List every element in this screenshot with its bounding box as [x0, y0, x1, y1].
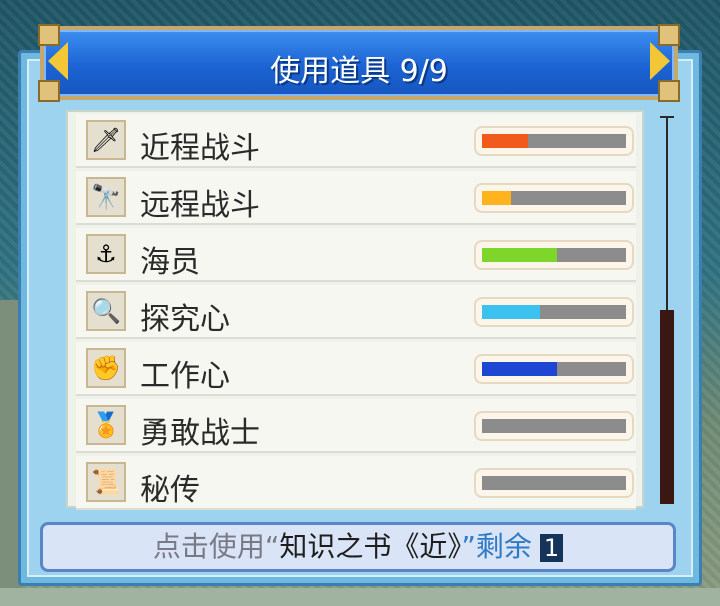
prompt-suffix: ”剩余 — [461, 530, 532, 563]
prompt-prefix: 点击使用“ — [152, 530, 280, 563]
next-arrow-icon[interactable] — [650, 42, 670, 80]
list-item[interactable]: 🔍 探究心 — [76, 285, 636, 339]
item-label: 勇敢战士 — [140, 416, 260, 451]
sword-icon: 🗡 — [86, 120, 126, 160]
list-item[interactable]: ⚓ 海员 — [76, 228, 636, 282]
magnifier-icon: 🔍 — [86, 291, 126, 331]
level-bar — [474, 411, 634, 441]
anchor-icon: ⚓ — [86, 234, 126, 274]
remaining-count: 1 — [539, 534, 564, 562]
item-label: 秘传 — [140, 473, 200, 508]
map-edge — [0, 588, 720, 606]
level-fill — [482, 248, 557, 262]
page-title: 使用道具 9/9 — [270, 54, 448, 89]
use-item-prompt[interactable]: 点击使用“知识之书《近》”剩余 1 — [40, 522, 676, 572]
list-item[interactable]: 🏅 勇敢战士 — [76, 399, 636, 453]
level-fill — [482, 191, 511, 205]
title-bar: 使用道具 9/9 — [38, 24, 680, 102]
fist-icon: ✊ — [86, 348, 126, 388]
item-label: 工作心 — [140, 359, 230, 394]
level-bar — [474, 126, 634, 156]
level-bar — [474, 240, 634, 270]
scrollbar-thumb[interactable] — [660, 310, 674, 504]
list-item[interactable]: 🔭 远程战斗 — [76, 171, 636, 225]
level-bar — [474, 297, 634, 327]
list-item[interactable]: 📜 秘传 — [76, 456, 636, 510]
book-name: 知识之书《近》 — [279, 530, 462, 563]
scroll-icon: 📜 — [86, 462, 126, 502]
level-fill — [482, 134, 529, 148]
item-list: 🗡 近程战斗 🔭 远程战斗 ⚓ 海员 🔍 探究心 ✊ 工作心 🏅 勇敢战士 📜 … — [66, 110, 644, 510]
level-bar — [474, 354, 634, 384]
level-fill — [482, 362, 557, 376]
item-label: 探究心 — [140, 302, 230, 337]
item-label: 海员 — [140, 245, 200, 280]
list-item[interactable]: 🗡 近程战斗 — [76, 114, 636, 168]
level-fill — [482, 305, 540, 319]
item-label: 远程战斗 — [140, 188, 260, 223]
level-bar — [474, 183, 634, 213]
level-bar — [474, 468, 634, 498]
spyglass-icon: 🔭 — [86, 177, 126, 217]
medal-icon: 🏅 — [86, 405, 126, 445]
item-label: 近程战斗 — [140, 131, 260, 166]
scrollbar[interactable] — [660, 116, 674, 504]
list-item[interactable]: ✊ 工作心 — [76, 342, 636, 396]
